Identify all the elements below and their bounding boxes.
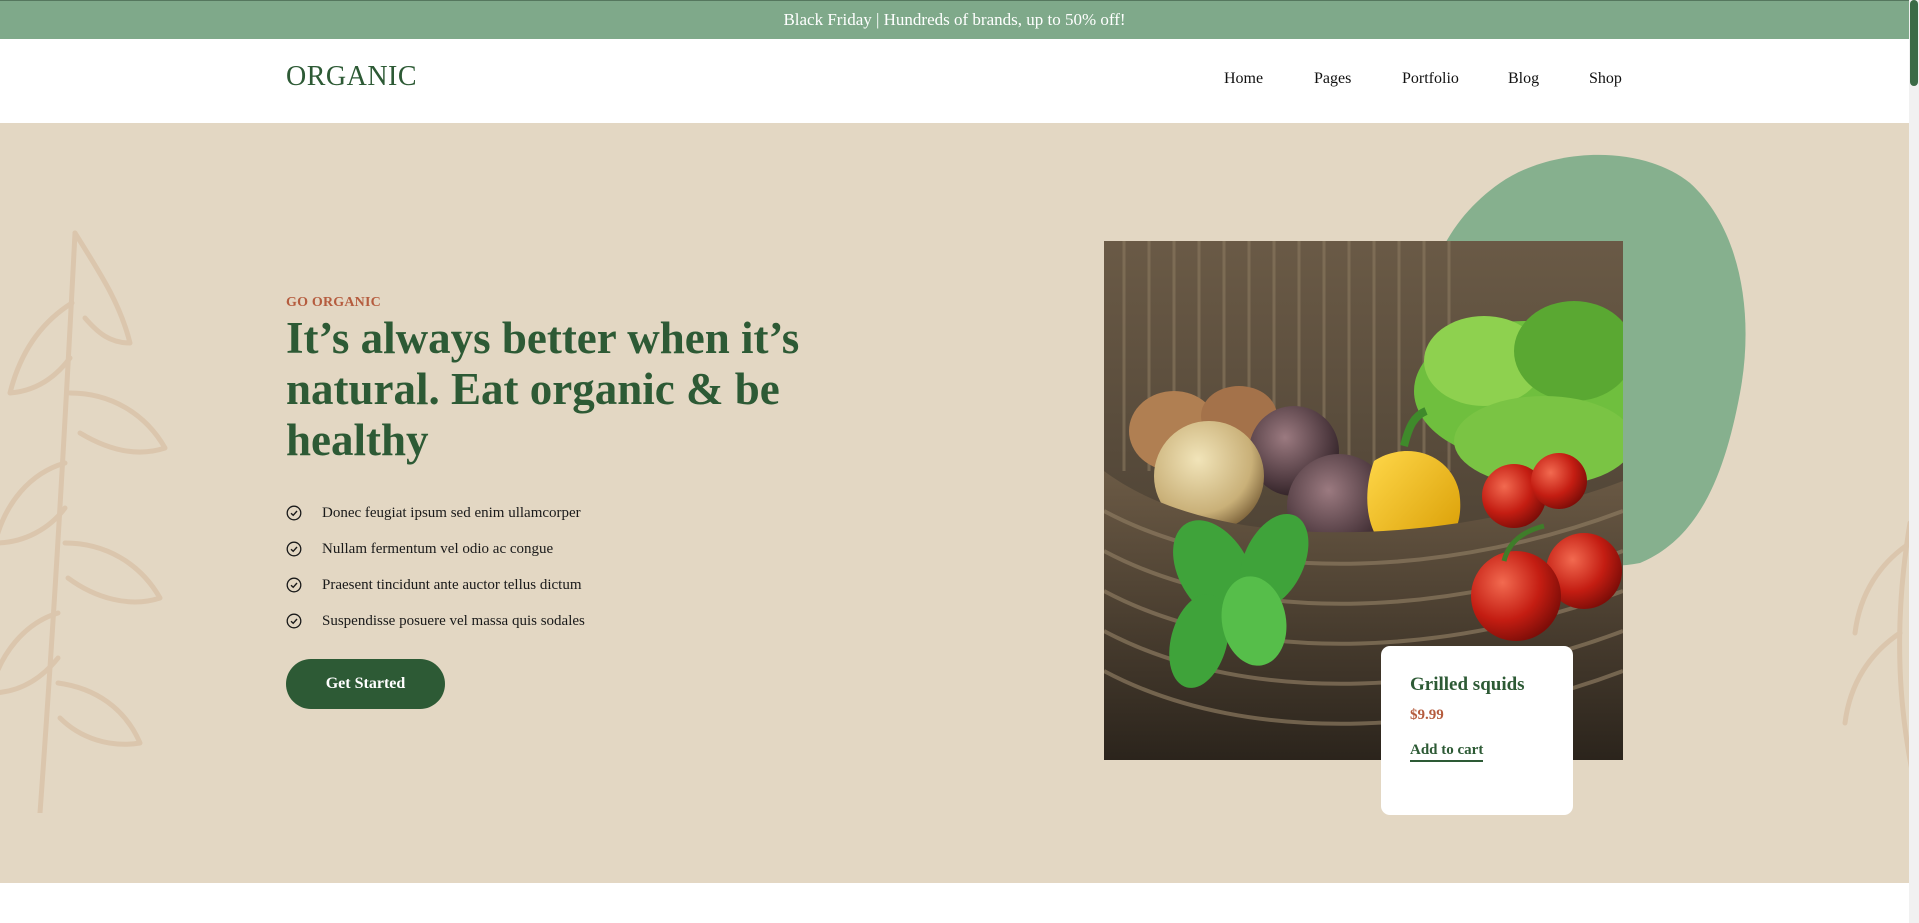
feature-text: Suspendisse posuere vel massa quis sodal… [322, 612, 585, 629]
announcement-text: Black Friday | Hundreds of brands, up to… [783, 10, 1126, 29]
product-card: Grilled squids $9.99 Add to cart [1381, 646, 1573, 815]
check-circle-icon [286, 613, 302, 629]
product-name: Grilled squids [1410, 674, 1525, 695]
check-circle-icon [286, 577, 302, 593]
site-logo[interactable]: ORGANIC [286, 61, 417, 93]
announcement-bar: Black Friday | Hundreds of brands, up to… [0, 0, 1909, 39]
check-circle-icon [286, 541, 302, 557]
nav-home[interactable]: Home [1224, 70, 1263, 88]
check-circle-icon [286, 505, 302, 521]
feature-text: Praesent tincidunt ante auctor tellus di… [322, 576, 582, 593]
get-started-button[interactable]: Get Started [286, 659, 445, 709]
feature-item: Praesent tincidunt ante auctor tellus di… [286, 567, 585, 603]
scrollbar-thumb[interactable] [1910, 0, 1918, 86]
hero-headline: It’s always better when it’s natural. Ea… [286, 313, 800, 465]
product-price: $9.99 [1410, 707, 1444, 723]
leaf-outline-icon [0, 230, 168, 813]
nav-shop[interactable]: Shop [1589, 70, 1622, 88]
hero-eyebrow: GO ORGANIC [286, 295, 381, 310]
nav-pages[interactable]: Pages [1314, 70, 1351, 88]
feature-item: Donec feugiat ipsum sed enim ullamcorper [286, 495, 585, 531]
feature-text: Donec feugiat ipsum sed enim ullamcorper [322, 504, 581, 521]
hero-section: GO ORGANIC It’s always better when it’s … [0, 123, 1909, 883]
nav-blog[interactable]: Blog [1508, 70, 1539, 88]
site-header: ORGANIC Home Pages Portfolio Blog Shop [0, 39, 1909, 123]
page-scrollbar[interactable] [1909, 0, 1919, 923]
add-to-cart-link[interactable]: Add to cart [1410, 742, 1484, 762]
feature-item: Suspendisse posuere vel massa quis sodal… [286, 603, 585, 639]
nav-portfolio[interactable]: Portfolio [1402, 70, 1459, 88]
feature-list: Donec feugiat ipsum sed enim ullamcorper… [286, 495, 585, 639]
feature-item: Nullam fermentum vel odio ac congue [286, 531, 585, 567]
leaf-outline-icon [1842, 520, 1909, 769]
feature-text: Nullam fermentum vel odio ac congue [322, 540, 554, 557]
